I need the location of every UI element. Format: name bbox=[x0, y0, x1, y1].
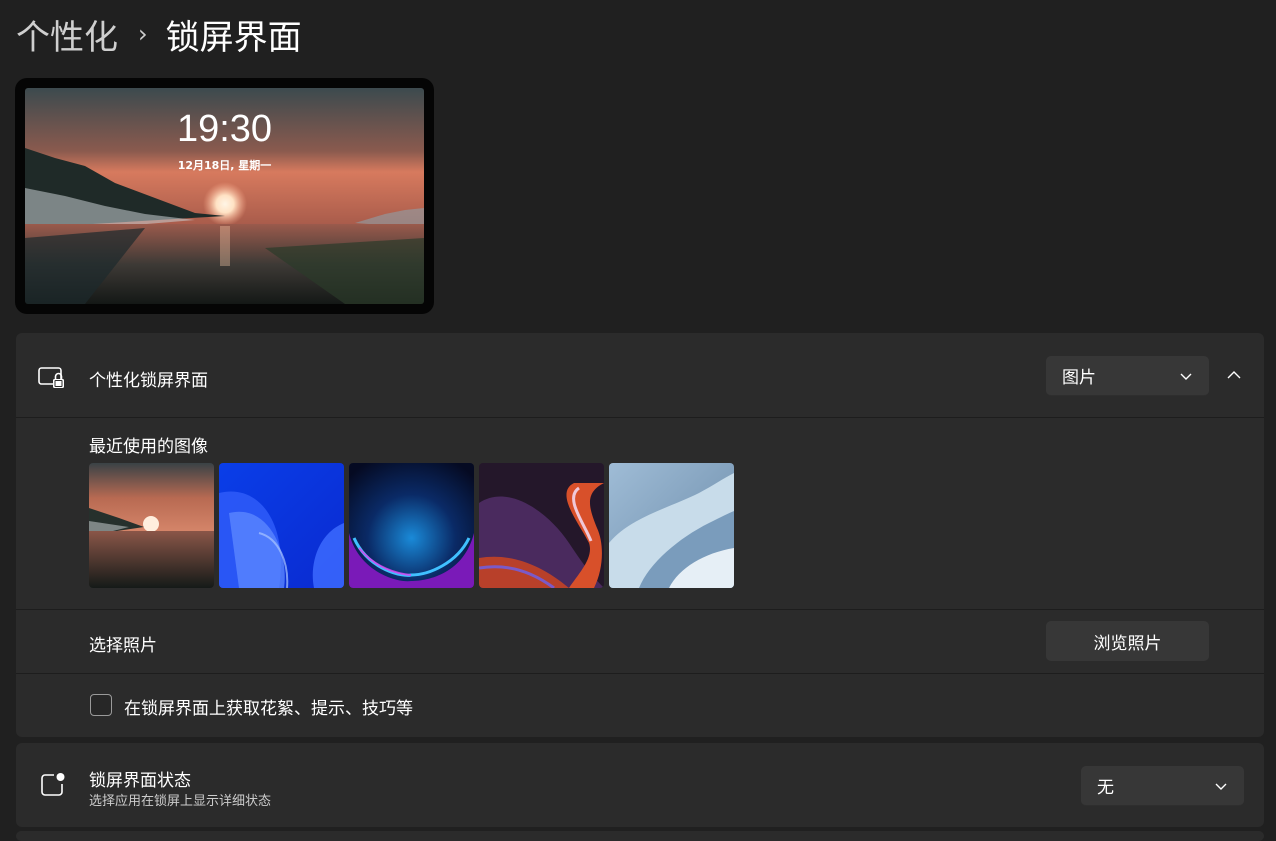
recent-image-blue-purple-orb[interactable] bbox=[349, 463, 474, 588]
lock-screen-status-dropdown[interactable]: 无 bbox=[1081, 766, 1244, 806]
choose-photo-label: 选择照片 bbox=[89, 636, 157, 656]
divider bbox=[16, 609, 1264, 610]
tips-checkbox-label[interactable]: 在锁屏界面上获取花絮、提示、技巧等 bbox=[124, 694, 413, 719]
lock-screen-type-value: 图片 bbox=[1062, 368, 1096, 388]
lock-screen-preview: 19:30 12月18日, 星期一 bbox=[15, 78, 434, 314]
lock-screen-status-value: 无 bbox=[1097, 778, 1114, 798]
lock-screen-status-description: 选择应用在锁屏上显示详细状态 bbox=[89, 794, 272, 809]
lock-screen-preview-image: 19:30 12月18日, 星期一 bbox=[25, 88, 424, 304]
browse-photos-button[interactable]: 浏览照片 bbox=[1046, 621, 1209, 661]
chevron-up-icon bbox=[1227, 371, 1241, 379]
chevron-down-icon bbox=[1215, 783, 1227, 790]
collapse-button[interactable] bbox=[1218, 359, 1250, 391]
tips-checkbox[interactable] bbox=[90, 694, 112, 716]
recent-images-label: 最近使用的图像 bbox=[89, 437, 208, 457]
preview-date: 12月18日, 星期一 bbox=[177, 159, 272, 172]
page-title: 锁屏界面 bbox=[165, 17, 302, 58]
preview-time: 19:30 bbox=[176, 108, 273, 150]
lock-screen-type-dropdown[interactable]: 图片 bbox=[1046, 356, 1209, 396]
lock-screen-status-card: 锁屏界面状态 选择应用在锁屏上显示详细状态 无 bbox=[16, 743, 1264, 827]
lock-screen-status-label: 锁屏界面状态 bbox=[89, 771, 191, 791]
app-badge-icon bbox=[40, 772, 66, 802]
divider bbox=[16, 673, 1264, 674]
recent-image-light-blue-bloom[interactable] bbox=[609, 463, 734, 588]
personalize-lock-screen-card: 个性化锁屏界面 图片 最近使用的图像 选择照片 浏览照片 在锁屏界面上获取花絮、… bbox=[16, 333, 1264, 737]
next-settings-card bbox=[16, 831, 1264, 841]
recent-image-blue-bloom[interactable] bbox=[219, 463, 344, 588]
divider bbox=[16, 417, 1264, 418]
personalize-lock-screen-label: 个性化锁屏界面 bbox=[89, 371, 208, 391]
recent-image-purple-orange-ribbon[interactable] bbox=[479, 463, 604, 588]
recent-image-sunset-lake[interactable] bbox=[89, 463, 214, 588]
breadcrumb: 个性化 › 锁屏界面 bbox=[16, 10, 302, 58]
breadcrumb-separator: › bbox=[138, 20, 148, 48]
recent-images-list bbox=[89, 463, 734, 588]
chevron-down-icon bbox=[1180, 373, 1192, 380]
monitor-lock-icon bbox=[38, 366, 66, 394]
breadcrumb-personalization[interactable]: 个性化 bbox=[16, 10, 118, 59]
